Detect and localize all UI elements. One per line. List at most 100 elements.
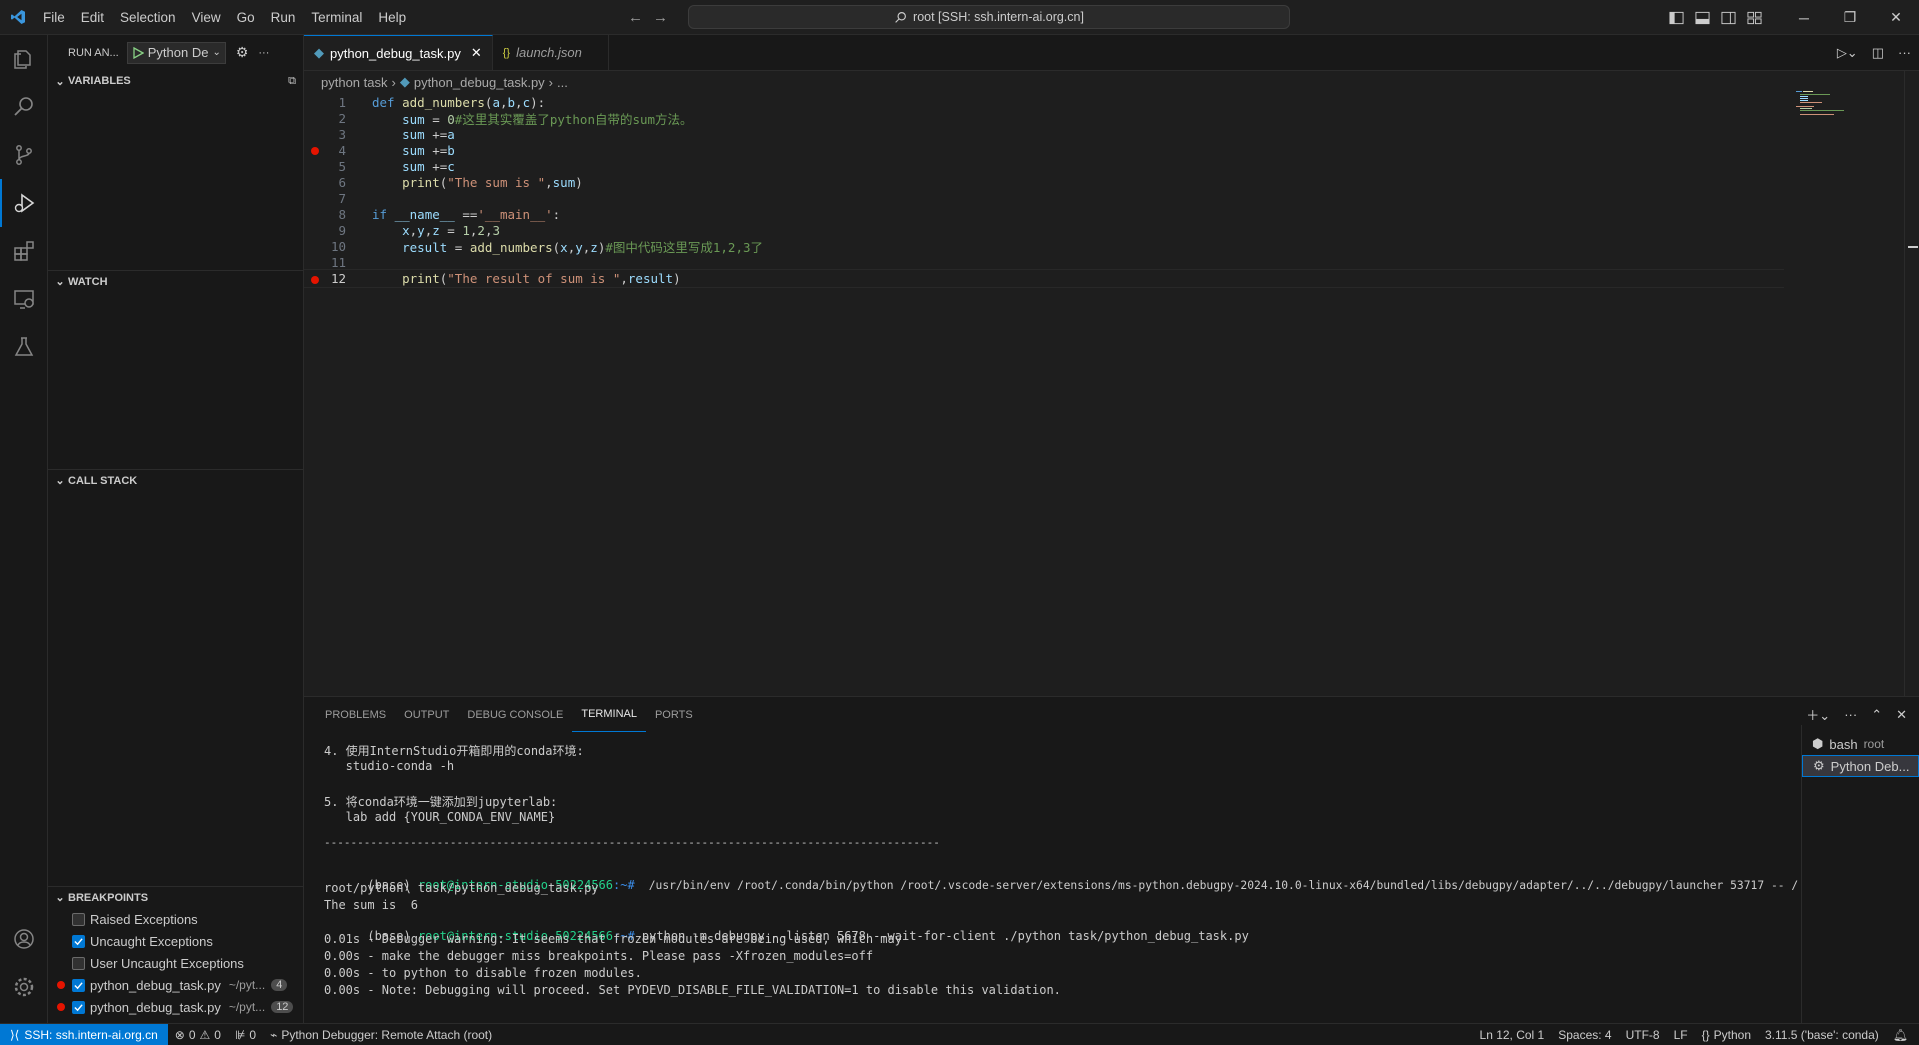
terminal-line: lab add {YOUR_CONDA_ENV_NAME} [324,810,556,824]
exception-label: User Uncaught Exceptions [90,955,244,971]
code-editor[interactable]: 1 def add_numbers(a,b,c): 2 sum = 0#这里其实覆… [304,93,1904,693]
terminal-list: ⬢ bash root ⚙ Python Deb... [1801,725,1919,1024]
command-center-search[interactable]: root [SSH: ssh.intern-ai.org.cn] [688,5,1290,29]
accounts-icon[interactable] [0,915,48,963]
manage-gear-icon[interactable] [0,963,48,1011]
file-breakpoint-row[interactable]: python_debug_task.py ~/pyt... 4 [48,974,304,996]
call-stack-section-header[interactable]: ⌄ CALL STACK [48,469,304,491]
exception-breakpoint-row[interactable]: User Uncaught Exceptions [48,952,304,974]
more-actions-icon[interactable]: ··· [258,47,269,59]
tab-terminal[interactable]: TERMINAL [572,697,646,732]
terminal-line: 5. 将conda环境一键添加到jupyterlab: [324,795,558,809]
terminal-output[interactable]: 4. 使用InternStudio开箱即用的conda环境: studio-co… [324,742,1798,1022]
tab-output[interactable]: OUTPUT [395,697,458,732]
menu-file[interactable]: File [35,0,73,35]
breadcrumb-symbol[interactable]: ... [557,75,568,90]
editor-scrollbar[interactable] [1904,71,1919,696]
start-debugging-play-icon[interactable] [132,46,144,59]
menu-help[interactable]: Help [370,0,414,35]
breakpoint-enabled-checkbox[interactable] [72,978,85,992]
terminal-line: 0.00s - make the debugger miss breakpoin… [324,949,874,963]
breakpoint-dot-icon [57,1003,65,1011]
title-bar: File Edit Selection View Go Run Terminal… [0,0,1919,35]
watch-section-header[interactable]: ⌄ WATCH [48,270,304,292]
uncaught-exceptions-checkbox[interactable] [72,934,85,948]
more-actions-icon[interactable]: ··· [1898,45,1911,60]
maximize-panel-chevron-up-icon[interactable]: ⌃ [1871,707,1882,723]
toggle-primary-sidebar-icon[interactable] [1663,0,1689,35]
chevron-down-icon: ⌄ [55,475,65,487]
source-control-icon[interactable] [0,131,48,179]
end-of-line[interactable]: LF [1667,1028,1695,1042]
run-configuration-select[interactable]: Python De ⌄ [126,41,226,64]
toggle-secondary-sidebar-icon[interactable] [1715,0,1741,35]
variables-section-header[interactable]: ⌄ VARIABLES ⧉ [48,70,304,92]
tab-python-debug-task[interactable]: ◆ python_debug_task.py ✕ [304,35,493,70]
file-breakpoint-row[interactable]: python_debug_task.py ~/pyt... 12 [48,996,304,1018]
split-editor-icon[interactable]: ◫ [1872,45,1884,61]
tab-problems[interactable]: PROBLEMS [316,697,395,732]
python-interpreter[interactable]: 3.11.5 ('base': conda) [1758,1028,1886,1042]
menu-run[interactable]: Run [263,0,304,35]
breakpoints-title: BREAKPOINTS [68,891,149,904]
close-tab-icon[interactable]: ✕ [471,45,482,61]
terminal-prompt-line: (base) root@intern-studio-50224566:~# /u… [324,864,1798,892]
minimap[interactable] [1796,91,1856,121]
cursor-position[interactable]: Ln 12, Col 1 [1473,1028,1552,1042]
testing-flask-icon[interactable] [0,323,48,371]
notifications-bell-icon[interactable]: 🔔︎ [1886,1028,1915,1042]
breadcrumb-folder[interactable]: python task [321,75,388,90]
explorer-icon[interactable] [0,35,48,83]
tab-ports[interactable]: PORTS [646,697,702,732]
back-arrow-icon[interactable]: ← [628,9,643,26]
remote-explorer-icon[interactable] [0,275,48,323]
menu-view[interactable]: View [184,0,229,35]
minimize-icon[interactable]: ─ [1781,0,1827,35]
terminal-item-python-debugger[interactable]: ⚙ Python Deb... [1802,755,1919,777]
raised-exceptions-checkbox[interactable] [72,912,85,926]
restore-icon[interactable]: ❐ [1827,0,1873,35]
terminal-item-bash[interactable]: ⬢ bash root [1802,733,1919,755]
tab-launch-json[interactable]: {} launch.json [493,35,609,70]
customize-layout-icon[interactable] [1741,0,1767,35]
toggle-panel-icon[interactable] [1689,0,1715,35]
open-launch-json-gear-icon[interactable]: ⚙ [236,44,249,61]
forward-arrow-icon[interactable]: → [653,9,668,26]
run-debug-sidebar: RUN AN... Python De ⌄ ⚙ ··· ⌄ VARIABLES … [48,35,304,1023]
new-terminal-plus-icon[interactable]: ＋⌄ [1806,705,1830,724]
menu-edit[interactable]: Edit [73,0,112,35]
indentation[interactable]: Spaces: 4 [1551,1028,1618,1042]
extensions-icon[interactable] [0,227,48,275]
user-uncaught-exceptions-checkbox[interactable] [72,956,85,970]
warning-icon: ⚠ [199,1027,211,1042]
remote-indicator[interactable]: ⟩⟨ SSH: ssh.intern-ai.org.cn [0,1023,168,1045]
more-actions-icon[interactable]: ··· [1844,707,1857,722]
exception-breakpoint-row[interactable]: Uncaught Exceptions [48,930,304,952]
debug-status[interactable]: ⌁ Python Debugger: Remote Attach (root) [263,1028,499,1042]
python-file-icon: ◆ [314,45,324,60]
ports-status[interactable]: ⊯ 0 [228,1028,263,1042]
search-icon[interactable] [0,83,48,131]
menu-go[interactable]: Go [229,0,263,35]
terminal-line: root/python\ task/python_debug_task.py [324,881,599,895]
exception-label: Raised Exceptions [90,911,198,927]
language-mode[interactable]: {} Python [1695,1028,1758,1042]
search-icon [895,11,906,23]
run-python-file-icon[interactable]: ▷⌄ [1837,45,1858,61]
breakpoint-enabled-checkbox[interactable] [72,1000,85,1014]
encoding[interactable]: UTF-8 [1619,1028,1667,1042]
breadcrumb-file[interactable]: python_debug_task.py [414,75,545,90]
ports-count: 0 [249,1027,257,1042]
breakpoint-path: ~/pyt... [228,978,266,992]
tab-debug-console[interactable]: DEBUG CONSOLE [458,697,572,732]
close-window-icon[interactable]: ✕ [1873,0,1919,35]
terminal-icon: ⬢ [1812,736,1824,751]
menu-terminal[interactable]: Terminal [303,0,370,35]
close-panel-icon[interactable]: ✕ [1896,707,1907,723]
menu-selection[interactable]: Selection [112,0,184,35]
exception-breakpoint-row[interactable]: Raised Exceptions [48,908,304,930]
problems-status[interactable]: ⊗ 0 ⚠ 0 [168,1028,228,1042]
run-and-debug-icon[interactable] [0,179,48,227]
collapse-all-icon[interactable]: ⧉ [288,75,296,88]
breakpoints-section-header[interactable]: ⌄ BREAKPOINTS [48,886,304,908]
